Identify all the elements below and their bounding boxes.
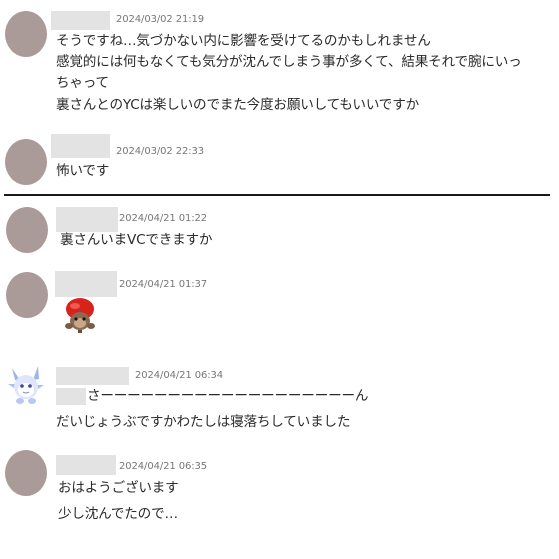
apple-monkey-sticker[interactable] [60,296,100,334]
message-timestamp: 2024/04/21 06:34 [135,370,224,381]
redacted-username[interactable] [56,455,116,475]
redacted-mention [56,388,86,405]
redacted-username[interactable] [56,367,129,385]
message-text: 感覚的には何もなくても気分が沈んでしまう事が多くて、結果それで腕にいっ [56,54,522,70]
message-timestamp: 2024/03/02 22:33 [116,146,205,157]
message-text: さーーーーーーーーーーーーーーーーーーーん [87,388,369,404]
message-text: ちゃって [56,75,109,91]
message-text: 怖いです [56,163,110,179]
message-text: おはようございます [58,480,179,496]
avatar[interactable] [5,450,47,496]
redacted-username[interactable] [56,207,118,232]
redacted-username[interactable] [55,271,117,297]
message-timestamp: 2024/04/21 01:37 [119,279,208,290]
avatar[interactable] [6,207,48,253]
message-timestamp: 2024/04/21 01:22 [119,213,208,224]
message-text: そうですね…気づかない内に影響を受けてるのかもしれません [56,33,431,49]
redacted-username[interactable] [51,134,110,158]
blue-spiky-creature-avatar[interactable] [6,364,46,406]
message-text: 裏さんいまVCできますか [60,232,213,248]
message-timestamp: 2024/03/02 21:19 [116,14,205,25]
message-text: 裏さんとのYCは楽しいのでまた今度お願いしてもいいですか [56,97,419,113]
avatar[interactable] [5,11,47,57]
day-divider [4,194,550,196]
redacted-username[interactable] [51,11,110,30]
message-timestamp: 2024/04/21 06:35 [119,461,208,472]
message-text: 少し沈んでたので… [58,506,178,522]
message-text: だいじょうぶですかわたしは寝落ちしていました [56,414,351,430]
avatar[interactable] [6,272,48,318]
avatar[interactable] [5,139,47,185]
